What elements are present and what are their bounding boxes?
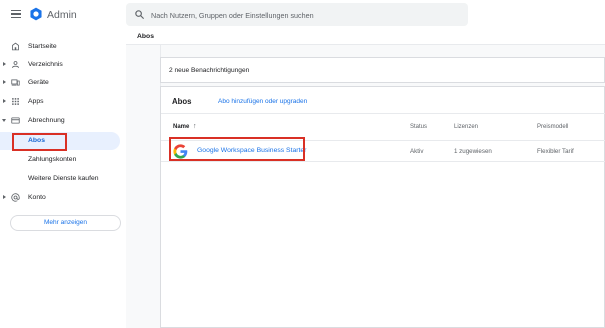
expand-arrow-icon[interactable]: [3, 195, 6, 199]
search-icon: [135, 10, 145, 20]
sidebar-item-konto[interactable]: Konto: [0, 189, 126, 207]
admin-logo-icon[interactable]: [29, 7, 43, 21]
sidebar-item-apps[interactable]: Apps: [0, 93, 126, 111]
sidebar-item-weitere-dienste[interactable]: Weitere Dienste kaufen: [0, 170, 120, 188]
subscription-status: Aktiv: [410, 148, 424, 155]
highlight-box-abos: [12, 133, 67, 151]
billing-icon: [11, 117, 20, 124]
highlight-box-subscription: [169, 137, 305, 161]
sidebar-item-startseite[interactable]: Startseite: [0, 38, 126, 56]
show-more-button[interactable]: Mehr anzeigen: [10, 215, 121, 231]
devices-icon: [11, 79, 20, 86]
expand-arrow-icon[interactable]: [3, 99, 6, 103]
sidebar-item-label: Abrechnung: [28, 117, 65, 124]
subscription-licenses: 1 zugewiesen: [454, 148, 492, 155]
subscriptions-title: Abos: [172, 97, 192, 106]
app-title[interactable]: Admin: [47, 9, 77, 21]
sidebar-item-label: Startseite: [28, 43, 57, 50]
column-header-pricing: Preismodell: [537, 124, 569, 130]
apps-grid-icon: [12, 98, 19, 105]
sidebar-item-geraete[interactable]: Geräte: [0, 74, 126, 92]
person-icon: [12, 61, 19, 69]
sidebar-item-label: Weitere Dienste kaufen: [28, 175, 99, 182]
add-subscription-link[interactable]: Abo hinzufügen oder upgraden: [218, 98, 307, 105]
column-header-status: Status: [410, 124, 428, 130]
search-bar[interactable]: Nach Nutzern, Gruppen oder Einstellungen…: [126, 3, 468, 26]
breadcrumb-divider: [126, 44, 605, 45]
home-icon: [12, 42, 19, 51]
subscriptions-card: Abos Abo hinzufügen oder upgraden Name ↑…: [160, 86, 605, 328]
sidebar-item-label: Zahlungskonten: [28, 156, 77, 163]
menu-icon[interactable]: [11, 10, 21, 19]
sidebar-item-label: Apps: [28, 98, 44, 105]
notifications-card[interactable]: 2 neue Benachrichtigungen: [160, 57, 605, 83]
notifications-text[interactable]: 2 neue Benachrichtigungen: [169, 67, 249, 74]
sidebar-item-zahlungskonten[interactable]: Zahlungskonten: [0, 151, 120, 169]
expand-arrow-icon[interactable]: [3, 62, 6, 66]
collapse-arrow-icon[interactable]: [2, 119, 6, 122]
column-header-name[interactable]: Name: [173, 124, 189, 130]
search-input[interactable]: Nach Nutzern, Gruppen oder Einstellungen…: [151, 11, 314, 20]
sidebar-item-label: Verzeichnis: [28, 61, 63, 68]
sidebar-item-verzeichnis[interactable]: Verzeichnis: [0, 56, 126, 74]
top-bar: Admin Nach Nutzern, Gruppen oder Einstel…: [0, 0, 605, 30]
column-header-licenses: Lizenzen: [454, 124, 479, 130]
subscription-pricing: Flexibler Tarif: [537, 148, 574, 155]
breadcrumb: Abos: [137, 33, 154, 40]
sidebar: Startseite Verzeichnis Geräte Apps Abrec…: [0, 36, 126, 328]
sort-ascending-icon[interactable]: ↑: [193, 123, 197, 130]
expand-arrow-icon[interactable]: [3, 80, 6, 84]
sidebar-item-abrechnung[interactable]: Abrechnung: [0, 112, 126, 130]
sidebar-item-label: Konto: [28, 194, 46, 201]
sidebar-item-label: Geräte: [28, 79, 49, 86]
at-icon: [11, 193, 20, 202]
